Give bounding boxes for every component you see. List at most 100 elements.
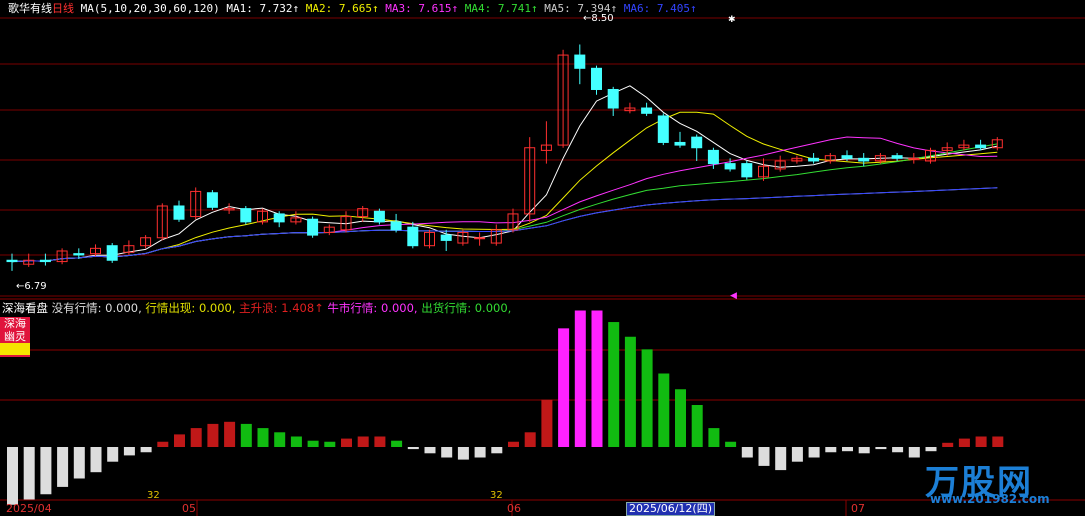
indicator-bar bbox=[174, 434, 185, 447]
indicator-bar bbox=[741, 447, 753, 458]
indicator-bar bbox=[457, 447, 469, 460]
indicator-bar bbox=[825, 447, 837, 453]
candle-body bbox=[724, 163, 736, 170]
candle-body bbox=[975, 144, 987, 149]
candle-body bbox=[841, 155, 853, 159]
indicator-bar bbox=[574, 310, 586, 447]
indicator-item-2: 行情出现: 0.000, bbox=[141, 301, 236, 315]
candle-body bbox=[240, 208, 252, 223]
indicator-bar bbox=[123, 447, 135, 456]
candle-body bbox=[73, 253, 85, 256]
indicator-bar bbox=[57, 447, 69, 487]
indicator-bar bbox=[207, 423, 219, 447]
ma-params: MA(5,10,20,30,60,120) bbox=[80, 2, 220, 15]
indicator-bar bbox=[658, 373, 670, 447]
indicator-bar bbox=[40, 447, 52, 495]
indicator-bar bbox=[190, 428, 202, 447]
indicator-bar bbox=[257, 428, 269, 447]
stock-name: 歌华有线 bbox=[8, 2, 52, 15]
candle-body bbox=[691, 136, 703, 149]
candle-body bbox=[390, 221, 402, 231]
ma-line-10 bbox=[11, 111, 998, 263]
axis-month-may: 05 bbox=[182, 502, 196, 515]
indicator-bar bbox=[992, 436, 1004, 447]
candle-body bbox=[808, 157, 820, 162]
candle-body bbox=[407, 226, 419, 247]
axis-month-apr: 2025/04 bbox=[6, 502, 52, 515]
candle-body bbox=[674, 141, 686, 146]
ma-value-1: MA1: 7.732↑ bbox=[226, 2, 300, 15]
indicator-bar bbox=[591, 310, 603, 447]
chart-canvas[interactable]: ◀✱ bbox=[0, 0, 1085, 516]
indicator-bar bbox=[274, 432, 286, 447]
candle-body bbox=[891, 155, 903, 159]
indicator-bar bbox=[842, 447, 853, 452]
axis-month-jul: 07 bbox=[851, 502, 865, 515]
indicator-bar bbox=[508, 441, 519, 447]
indicator-bar bbox=[107, 447, 119, 462]
axis-month-jun: 06 bbox=[507, 502, 521, 515]
indicator-bar bbox=[624, 336, 636, 447]
ma-values: MA1: 7.732↑ MA2: 7.665↑ MA3: 7.615↑ MA4:… bbox=[226, 2, 696, 15]
candle-body bbox=[6, 259, 18, 263]
indicator-bar bbox=[524, 432, 536, 447]
indicator-bar bbox=[892, 447, 904, 453]
indicator-bar bbox=[858, 447, 870, 454]
ma-line-60 bbox=[11, 187, 998, 263]
badge-line1: 深海 bbox=[4, 317, 26, 330]
candle-body bbox=[474, 237, 486, 240]
low-price-label: ←6.79 bbox=[16, 281, 47, 292]
indicator-bar bbox=[791, 447, 803, 462]
ma-value-6: MA6: 7.405↑ bbox=[617, 2, 697, 15]
candle-body bbox=[273, 213, 285, 223]
candle-body bbox=[39, 259, 51, 263]
candle-body bbox=[657, 115, 669, 143]
indicator-bar bbox=[808, 447, 820, 458]
indicator-bar bbox=[708, 428, 720, 447]
crosshair-date: 2025/06/12(四) bbox=[626, 502, 715, 516]
indicator-bar bbox=[23, 447, 35, 500]
indicator-bar bbox=[775, 447, 787, 471]
indicator-bar bbox=[558, 328, 570, 447]
indicator-bar bbox=[290, 436, 302, 447]
indicator-bar bbox=[307, 440, 319, 447]
candle-body bbox=[206, 192, 218, 208]
indicator-bar bbox=[725, 441, 737, 447]
indicator-bar bbox=[908, 447, 920, 458]
candle-body bbox=[741, 163, 753, 178]
indicator-badge[interactable]: 深海 幽灵 bbox=[0, 317, 30, 357]
candle-body bbox=[440, 234, 452, 241]
indicator-bar bbox=[73, 447, 85, 479]
ma-value-3: MA3: 7.615↑ bbox=[378, 2, 459, 15]
badge-line2: 幽灵 bbox=[4, 330, 26, 343]
indicator-item-5: 出货行情: 0.000, bbox=[417, 301, 512, 315]
indicator-item-1: 没有行情: 0.000, bbox=[51, 301, 142, 315]
indicator-bar bbox=[324, 441, 336, 447]
indicator-bar bbox=[357, 436, 369, 447]
indicator-bar bbox=[424, 447, 436, 454]
period-label: 日线 bbox=[52, 2, 74, 15]
indicator-bar bbox=[240, 423, 252, 447]
indicator-bar bbox=[975, 436, 987, 447]
indicator-bar bbox=[341, 438, 352, 447]
indicator-bar bbox=[140, 447, 152, 453]
candle-body bbox=[574, 54, 586, 69]
indicator-bar bbox=[641, 349, 653, 447]
candle-body bbox=[908, 157, 920, 160]
indicator-values: 没有行情: 0.000, 行情出现: 0.000, 主升浪: 1.408↑ 牛市… bbox=[52, 301, 512, 315]
indicator-header: 深海看盘 没有行情: 0.000, 行情出现: 0.000, 主升浪: 1.40… bbox=[2, 301, 511, 315]
ma-value-2: MA2: 7.665↑ bbox=[299, 2, 379, 15]
indicator-bar bbox=[675, 389, 686, 447]
cursor-marker: ◀ bbox=[730, 291, 737, 301]
ma-line-120 bbox=[11, 187, 998, 263]
candle-body bbox=[858, 157, 870, 162]
indicator-bar bbox=[474, 447, 486, 458]
indicator-item-4: 牛市行情: 0.000, bbox=[323, 301, 418, 315]
candle-body bbox=[307, 218, 319, 236]
marker-32-a: 32 bbox=[147, 490, 160, 501]
indicator-bar bbox=[491, 447, 503, 454]
indicator-bar bbox=[90, 447, 102, 473]
indicator-bar bbox=[224, 421, 236, 447]
high-price-label: ←8.50 bbox=[583, 13, 614, 24]
indicator-bar bbox=[942, 442, 954, 447]
